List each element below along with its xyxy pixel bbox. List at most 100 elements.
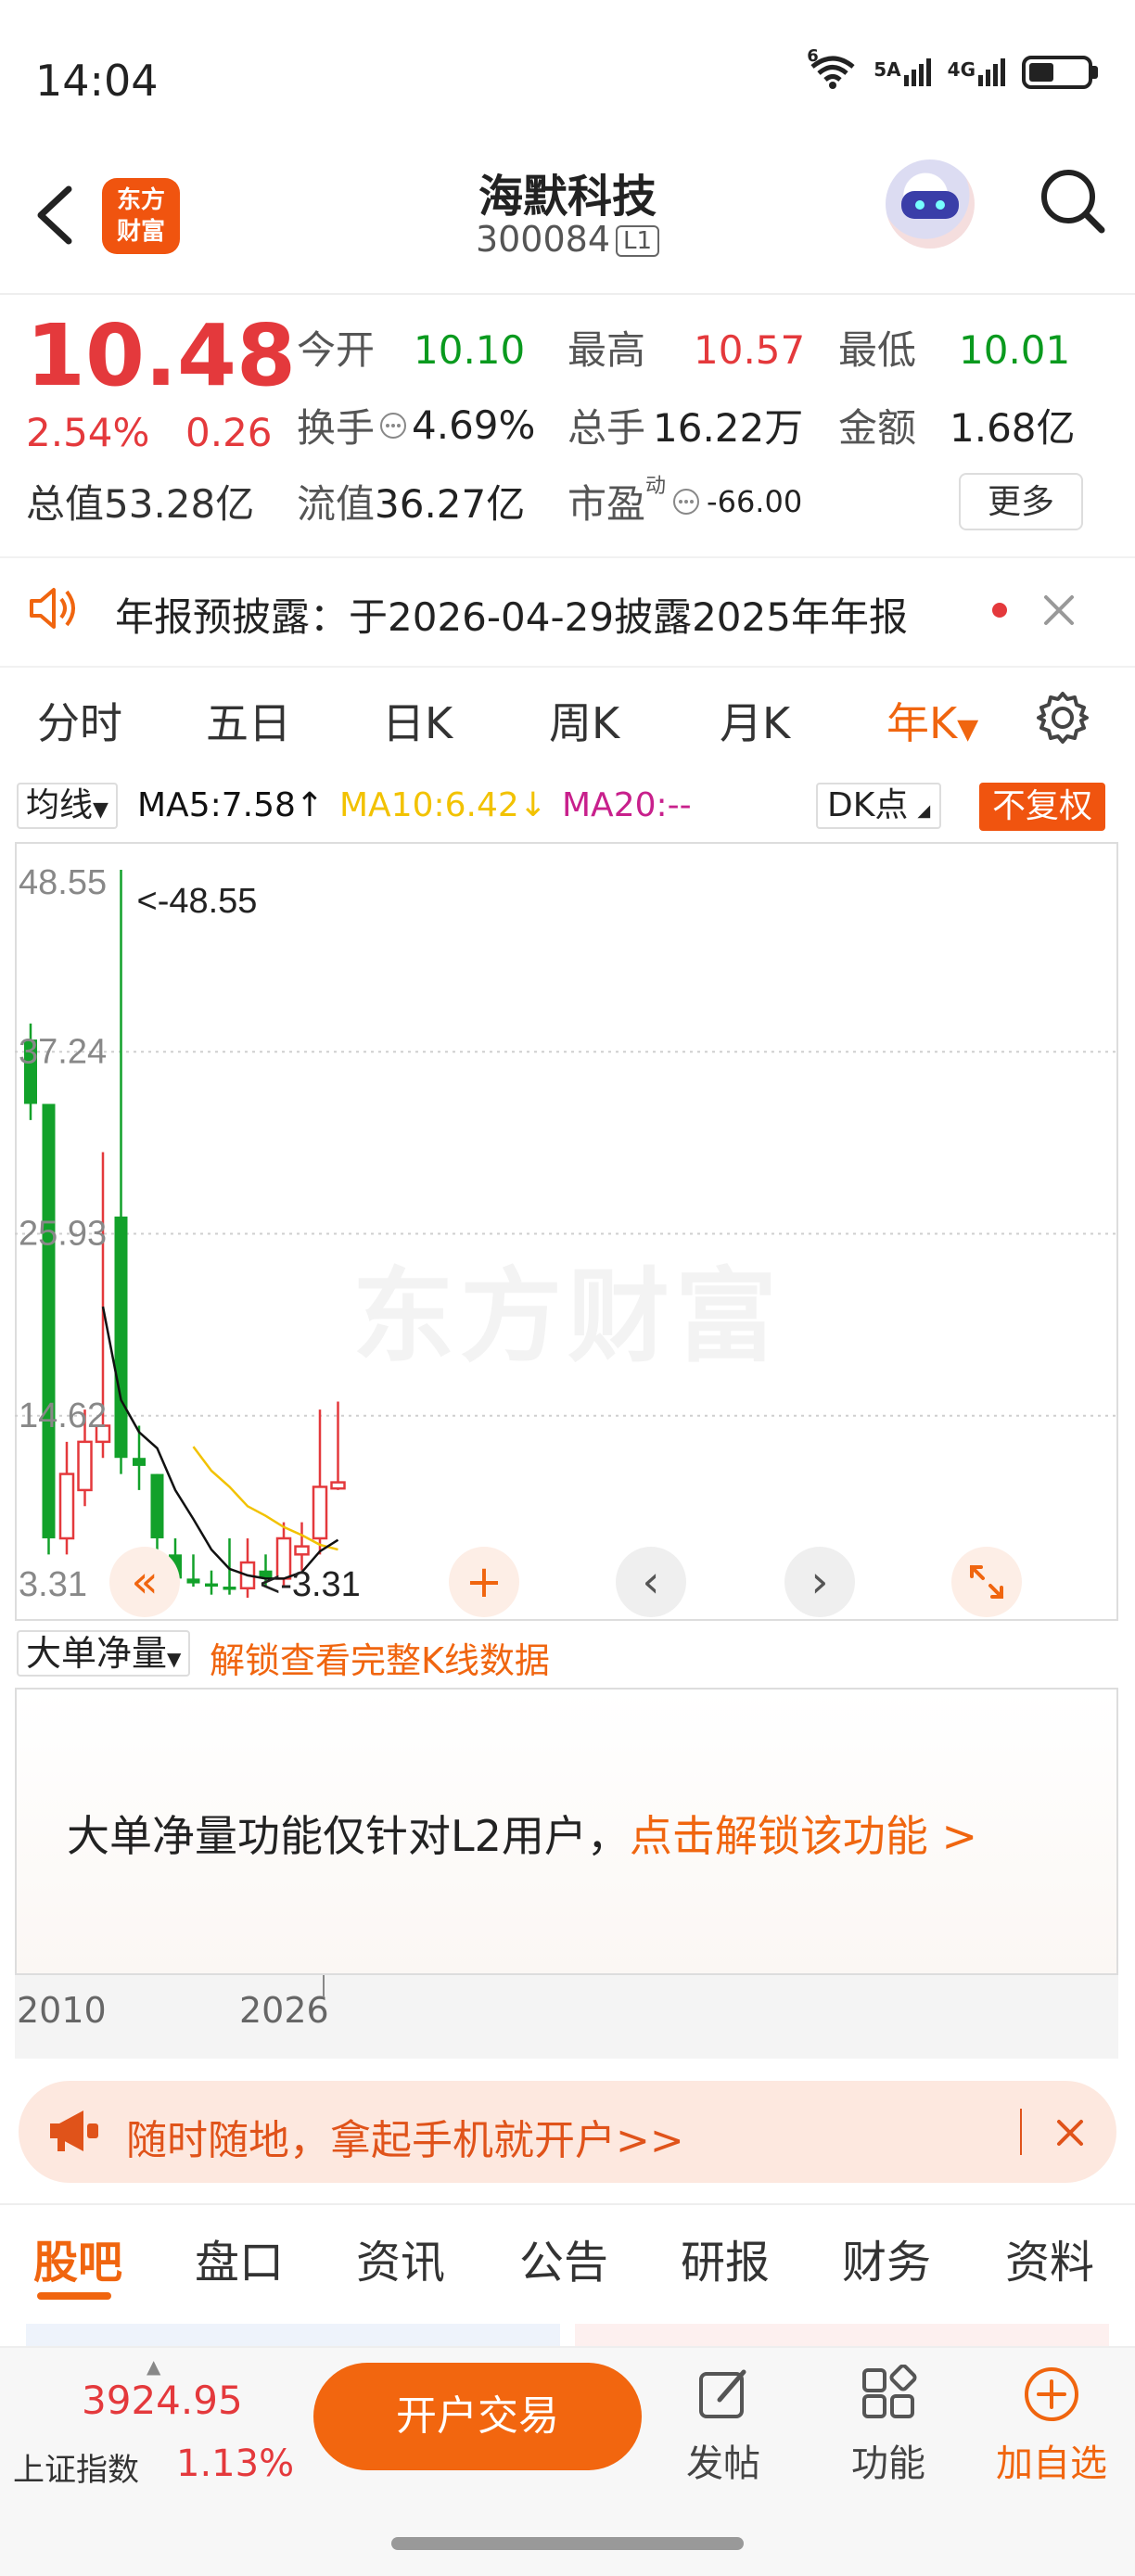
function-label: 功能 (851, 2442, 925, 2485)
wifi-badge: 6 (807, 46, 819, 66)
total-market-value: 总值53.28亿 (26, 481, 255, 527)
l2-message-text: 大单净量功能仅针对L2用户， (67, 1811, 630, 1861)
sim2-label: 4G (947, 58, 976, 81)
tab-monthly-k[interactable]: 月K (720, 690, 790, 751)
dk-point-label: DK点 (827, 786, 909, 824)
tab-intraday[interactable]: 分时 (37, 690, 122, 751)
candle-body (312, 1486, 328, 1540)
candle-body (150, 1473, 164, 1538)
pe-info-icon[interactable] (671, 487, 701, 516)
tab-research[interactable]: 研报 (681, 2225, 770, 2290)
wifi-icon: 6 (807, 46, 857, 91)
low-field: 最低 10.01 (838, 319, 1070, 376)
tab-profile[interactable]: 资料 (1005, 2225, 1094, 2290)
stock-code: 300084 (475, 219, 611, 260)
open-account-text: 随时随地，拿起手机就开户>> (126, 2117, 684, 2164)
search-icon (1041, 170, 1105, 234)
tab-announcements[interactable]: 公告 (519, 2225, 608, 2290)
more-button[interactable]: 更多 (959, 473, 1083, 530)
index-name: 上证指数 (13, 2452, 139, 2489)
add-watchlist-button[interactable]: 加自选 (987, 2365, 1116, 2487)
double-left-icon: « (131, 1556, 159, 1608)
index-value[interactable]: 3924.95 (82, 2378, 243, 2423)
candle-body (77, 1440, 93, 1492)
level-badge: L1 (616, 225, 660, 257)
scroll-right-button[interactable]: › (784, 1547, 855, 1617)
tab-news[interactable]: 资讯 (356, 2225, 445, 2290)
battery-icon (1022, 56, 1098, 89)
ma10-readout: MA10:6.42↓ (339, 786, 547, 824)
home-indicator[interactable] (391, 2537, 744, 2550)
candle-body (330, 1481, 346, 1490)
y-tick-label: 14.62 (19, 1396, 107, 1435)
chart-settings-button[interactable] (1035, 690, 1090, 749)
function-button[interactable]: 功能 (823, 2364, 953, 2487)
expand-up-icon[interactable]: ▲ (147, 2355, 160, 2378)
float-value-field: 流值36.27亿 (297, 473, 525, 529)
ma10-value: MA10:6.42 (339, 786, 519, 824)
corner-caret-icon: ◢ (917, 801, 931, 821)
unlock-kline-link[interactable]: 解锁查看完整K线数据 (210, 1632, 550, 1683)
arrow-up-icon: ↑ (295, 786, 325, 824)
close-banner-button[interactable] (1052, 2114, 1089, 2155)
close-icon (1044, 595, 1074, 625)
scroll-left-button[interactable]: ‹ (616, 1547, 686, 1617)
dk-point-selector[interactable]: DK点 ◢ (816, 783, 942, 829)
candle-body (42, 1103, 56, 1538)
kline-chart-canvas: 48.55 37.24 25.93 14.62 3.31 <-48.55 <-3.31 (15, 863, 1118, 1604)
search-button[interactable] (1037, 165, 1107, 236)
y-tick-label: 48.55 (19, 863, 107, 902)
post-button[interactable]: 发帖 (658, 2365, 788, 2487)
indicator-selector[interactable]: 均线▼ (17, 783, 118, 829)
tab-weekly-k[interactable]: 周K (549, 690, 619, 751)
add-circle-icon (1022, 2365, 1081, 2424)
candle-body (114, 1216, 128, 1459)
tab-five-day[interactable]: 五日 (206, 690, 291, 751)
adjustment-button[interactable]: 不复权 (979, 783, 1106, 831)
candle-body (205, 1583, 218, 1588)
float-value-value: 36.27亿 (375, 481, 526, 527)
tab-finance[interactable]: 财务 (842, 2225, 931, 2290)
plus-icon: + (465, 1556, 504, 1608)
speaker-icon (26, 582, 82, 638)
banner-divider (1020, 2109, 1022, 2155)
open-trade-button[interactable]: 开户交易 (313, 2363, 642, 2470)
amount-label: 金额 (838, 405, 917, 451)
l2-unlock-link[interactable]: 点击解锁该功能 > (630, 1811, 977, 1861)
arrow-down-icon: ↓ (518, 786, 547, 824)
chevron-right-icon: › (810, 1556, 829, 1608)
candle-body (223, 1587, 236, 1590)
status-time: 14:04 (35, 56, 159, 106)
turnover-value: 4.69% (412, 402, 536, 448)
change-amount: 0.26 (185, 410, 273, 455)
tab-daily-k[interactable]: 日K (382, 690, 453, 751)
tab-order-book[interactable]: 盘口 (195, 2225, 284, 2290)
turnover-field: 换手 4.69% (297, 397, 535, 453)
tab-guba[interactable]: 股吧 (33, 2225, 122, 2290)
header-divider (0, 293, 1135, 295)
fullscreen-button[interactable] (951, 1547, 1022, 1617)
volume-field: 总手 16.22万 (568, 397, 803, 453)
current-price: 10.48 (26, 306, 297, 405)
year-axis-strip (15, 1975, 1118, 2059)
pe-field: 市盈 动 -66.00 (568, 473, 802, 529)
ma20-value: MA20:-- (562, 786, 692, 824)
low-label: 最低 (838, 327, 917, 373)
megaphone-icon (46, 2107, 102, 2159)
info-icon[interactable] (378, 411, 408, 440)
close-notice-button[interactable] (1039, 590, 1079, 634)
high-field: 最高 10.57 (568, 319, 805, 376)
caret-down-icon: ▼ (167, 1648, 182, 1670)
zoom-in-button[interactable]: + (449, 1547, 519, 1617)
tab-yearly-k[interactable]: 年K▼ (886, 690, 978, 751)
x-tick-mark (323, 1975, 325, 1997)
sim1-label: 5A (874, 58, 901, 81)
max-price-label: <-48.55 (137, 882, 258, 921)
jump-first-button[interactable]: « (109, 1547, 180, 1617)
low-value: 10.01 (959, 327, 1071, 373)
big-order-selector[interactable]: 大单净量▼ (17, 1630, 191, 1677)
chevron-left-icon: ‹ (642, 1556, 660, 1608)
unread-dot (992, 603, 1007, 618)
candle-body (133, 1458, 146, 1466)
signal-1-icon: 5A (874, 58, 931, 86)
